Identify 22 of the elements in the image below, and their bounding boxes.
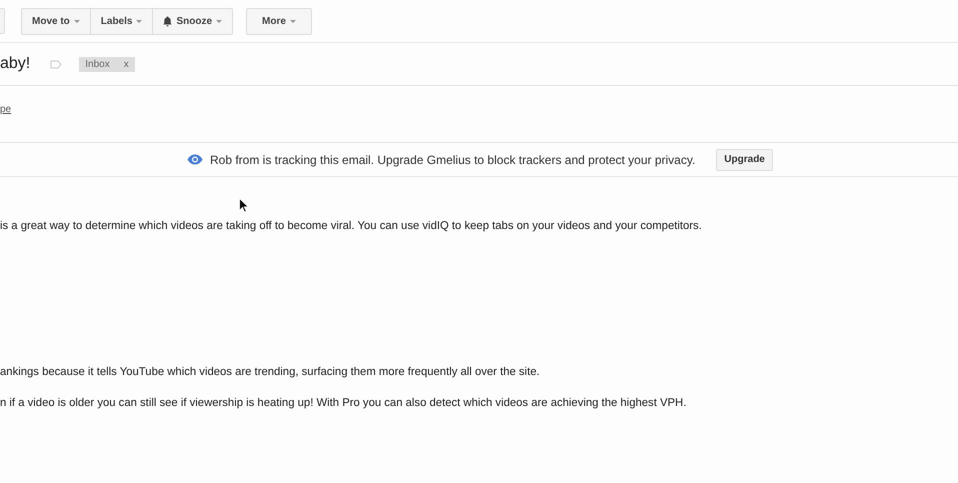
body-paragraph: n if a video is older you can still see if viewership is heating up! With Pro you can also detect which videos are achieving the highest VPH. bbox=[0, 397, 688, 409]
email-subject: aby! bbox=[0, 55, 30, 73]
toolbar-button[interactable] bbox=[0, 8, 5, 34]
toolbar-button[interactable]: Move to bbox=[21, 8, 91, 34]
caret-icon bbox=[216, 20, 222, 22]
mouse-cursor-icon bbox=[239, 198, 249, 213]
body-paragraph: is a great way to determine which videos are taking off to become viral. You can use vidIQ to keep tabs on your videos and your competitors. bbox=[0, 220, 703, 232]
sender-link[interactable]: pe bbox=[0, 104, 12, 115]
toolbar-button[interactable]: Snooze bbox=[152, 8, 234, 34]
label-icon[interactable] bbox=[50, 60, 62, 68]
toolbar-button[interactable]: More bbox=[246, 8, 312, 34]
caret-icon bbox=[74, 20, 80, 22]
body-paragraph: ankings because it tells YouTube which videos are trending, surfacing them more frequently all over the site. bbox=[0, 366, 541, 378]
eye-icon bbox=[187, 154, 203, 165]
label-tag: Inbox x bbox=[79, 56, 135, 72]
upgrade-button[interactable]: Upgrade bbox=[716, 148, 773, 170]
toolbar-button[interactable]: Labels bbox=[90, 8, 154, 34]
bell-icon bbox=[163, 16, 172, 26]
caret-icon bbox=[136, 20, 142, 22]
tracking-message: Rob from is tracking this email. Upgrade Gmelius to block trackers and protect your privacy. bbox=[210, 152, 696, 166]
caret-icon bbox=[290, 20, 296, 22]
remove-label-button[interactable]: x bbox=[124, 58, 129, 70]
